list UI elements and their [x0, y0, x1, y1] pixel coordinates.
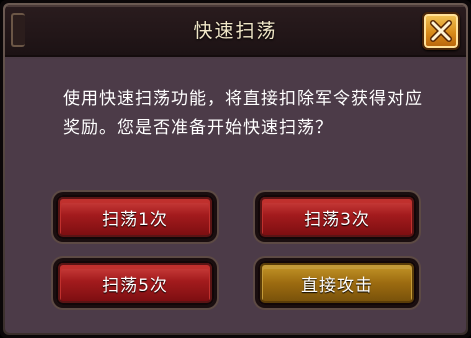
close-button[interactable] — [422, 12, 460, 50]
close-x-icon — [430, 20, 452, 42]
dialog-inner: 快速扫荡 使用快速扫荡功能，将直接扣除军令获得对应奖励。您是否准备开始快速扫荡？… — [5, 5, 466, 333]
sweep-dialog: 快速扫荡 使用快速扫荡功能，将直接扣除军令获得对应奖励。您是否准备开始快速扫荡？… — [0, 0, 471, 338]
dialog-title: 快速扫荡 — [193, 20, 278, 42]
dialog-message: 使用快速扫荡功能，将直接扣除军令获得对应奖励。您是否准备开始快速扫荡？ — [63, 89, 423, 138]
dialog-frame: 快速扫荡 使用快速扫荡功能，将直接扣除军令获得对应奖励。您是否准备开始快速扫荡？… — [3, 3, 468, 335]
dialog-titlebar: 快速扫荡 — [5, 5, 466, 57]
direct-attack-button[interactable]: 直接攻击 — [258, 261, 416, 305]
sweep-1-button[interactable]: 扫荡1次 — [56, 195, 214, 239]
sweep-5-button[interactable]: 扫荡5次 — [56, 261, 214, 305]
sweep-3-button[interactable]: 扫荡3次 — [258, 195, 416, 239]
